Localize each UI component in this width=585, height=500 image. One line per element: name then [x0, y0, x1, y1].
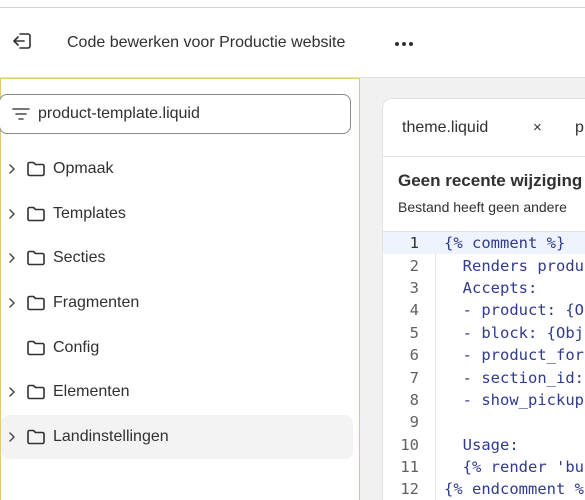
tree-folder-opmaak[interactable]: Opmaak: [1, 147, 353, 192]
tree-folder-templates[interactable]: Templates: [1, 192, 353, 237]
line-number: 6: [409, 346, 419, 365]
folder-icon: [25, 204, 47, 224]
folder-icon: [25, 248, 47, 268]
chevron-right-icon[interactable]: [1, 382, 23, 402]
file-tree: Opmaak Templates Secties Fragmenten Conf…: [1, 147, 353, 460]
exit-icon: [11, 31, 33, 56]
chevron-right-icon[interactable]: [1, 293, 23, 313]
line-number: 10: [400, 435, 419, 454]
line-number: 1: [409, 234, 419, 253]
tree-item-label: Fragmenten: [53, 294, 140, 312]
tree-item-label: Config: [53, 338, 100, 356]
line-text: Renders produ: [444, 256, 584, 275]
code-line[interactable]: 3 Accepts:: [383, 277, 585, 299]
line-text: - product: {O: [444, 301, 584, 320]
line-number: 5: [409, 323, 419, 342]
folder-icon: [25, 159, 47, 179]
code-line[interactable]: 2 Renders produ: [383, 254, 585, 276]
tree-folder-config[interactable]: Config: [1, 325, 353, 370]
exit-button[interactable]: [10, 32, 34, 54]
chevron-right-icon[interactable]: [1, 248, 23, 268]
line-number: 12: [400, 480, 419, 499]
line-text: - show_pickup: [444, 390, 584, 409]
more-actions-button[interactable]: [392, 32, 416, 54]
no-changes-notice: Geen recente wijziging Bestand heeft gee…: [383, 157, 585, 229]
code-area[interactable]: 1 {% comment %} 2 Renders produ 3 Accepts…: [383, 231, 585, 500]
filter-icon[interactable]: [10, 103, 32, 125]
code-line[interactable]: 11 {% render 'bu: [383, 456, 585, 478]
line-text: - block: {Obj: [444, 323, 584, 342]
code-line[interactable]: 5 - block: {Obj: [383, 322, 585, 344]
tree-folder-landinstellingen[interactable]: Landinstellingen: [1, 414, 353, 460]
line-text: {% comment %}: [444, 234, 566, 253]
more-horizontal-icon: [394, 34, 414, 52]
tab-second[interactable]: p: [575, 119, 584, 137]
tree-item-label: Landinstellingen: [53, 427, 169, 445]
folder-icon: [25, 338, 47, 358]
tree-item-label: Secties: [53, 249, 106, 267]
line-number: 11: [400, 458, 419, 477]
line-text: {% endcomment %: [444, 480, 584, 499]
chevron-right-icon[interactable]: [1, 204, 23, 224]
line-text: Accepts:: [444, 278, 538, 297]
top-divider: [0, 7, 585, 8]
line-number: 4: [409, 301, 419, 320]
chevron-right-icon[interactable]: [1, 427, 23, 447]
tree-folder-secties[interactable]: Secties: [1, 236, 353, 281]
code-line[interactable]: 6 - product_for: [383, 344, 585, 366]
file-search-input[interactable]: [38, 105, 338, 123]
line-number: 8: [409, 390, 419, 409]
line-number: 7: [409, 368, 419, 387]
file-sidebar: Opmaak Templates Secties Fragmenten Conf…: [0, 78, 360, 500]
tab-theme-liquid[interactable]: theme.liquid: [402, 119, 488, 137]
notice-subtitle: Bestand heeft geen andere: [398, 199, 567, 215]
folder-icon: [25, 427, 47, 447]
line-text: - section_id:: [444, 368, 584, 387]
code-line[interactable]: 10 Usage:: [383, 434, 585, 456]
top-bar: Code bewerken voor Productie website: [0, 0, 585, 78]
notice-title: Geen recente wijziging: [398, 171, 583, 190]
tree-item-label: Opmaak: [53, 160, 114, 178]
editor-tabs: theme.liquid × p: [383, 99, 585, 157]
code-line[interactable]: 7 - section_id:: [383, 366, 585, 388]
tree-folder-fragmenten[interactable]: Fragmenten: [1, 281, 353, 326]
tree-item-label: Elementen: [53, 383, 130, 401]
folder-icon: [25, 382, 47, 402]
line-text: - product_for: [444, 346, 584, 365]
line-number: 2: [409, 256, 419, 275]
code-line[interactable]: 4 - product: {O: [383, 299, 585, 321]
chevron-right-icon[interactable]: [1, 159, 23, 179]
code-line[interactable]: 9: [383, 411, 585, 433]
page-title: Code bewerken voor Productie website: [67, 34, 346, 51]
line-number: 3: [409, 278, 419, 297]
folder-icon: [25, 293, 47, 313]
line-text: {% render 'bu: [444, 458, 584, 477]
close-tab-icon[interactable]: ×: [533, 119, 542, 136]
code-editor-panel: theme.liquid × p Geen recente wijziging …: [382, 98, 585, 500]
code-line[interactable]: 1 {% comment %}: [383, 232, 585, 255]
code-line[interactable]: 8 - show_pickup: [383, 389, 585, 411]
line-text: Usage:: [444, 435, 519, 454]
tree-folder-elementen[interactable]: Elementen: [1, 370, 353, 415]
code-line[interactable]: 12 {% endcomment %: [383, 478, 585, 500]
file-search[interactable]: [0, 94, 351, 134]
tree-item-label: Templates: [53, 204, 126, 222]
line-number: 9: [409, 413, 419, 432]
